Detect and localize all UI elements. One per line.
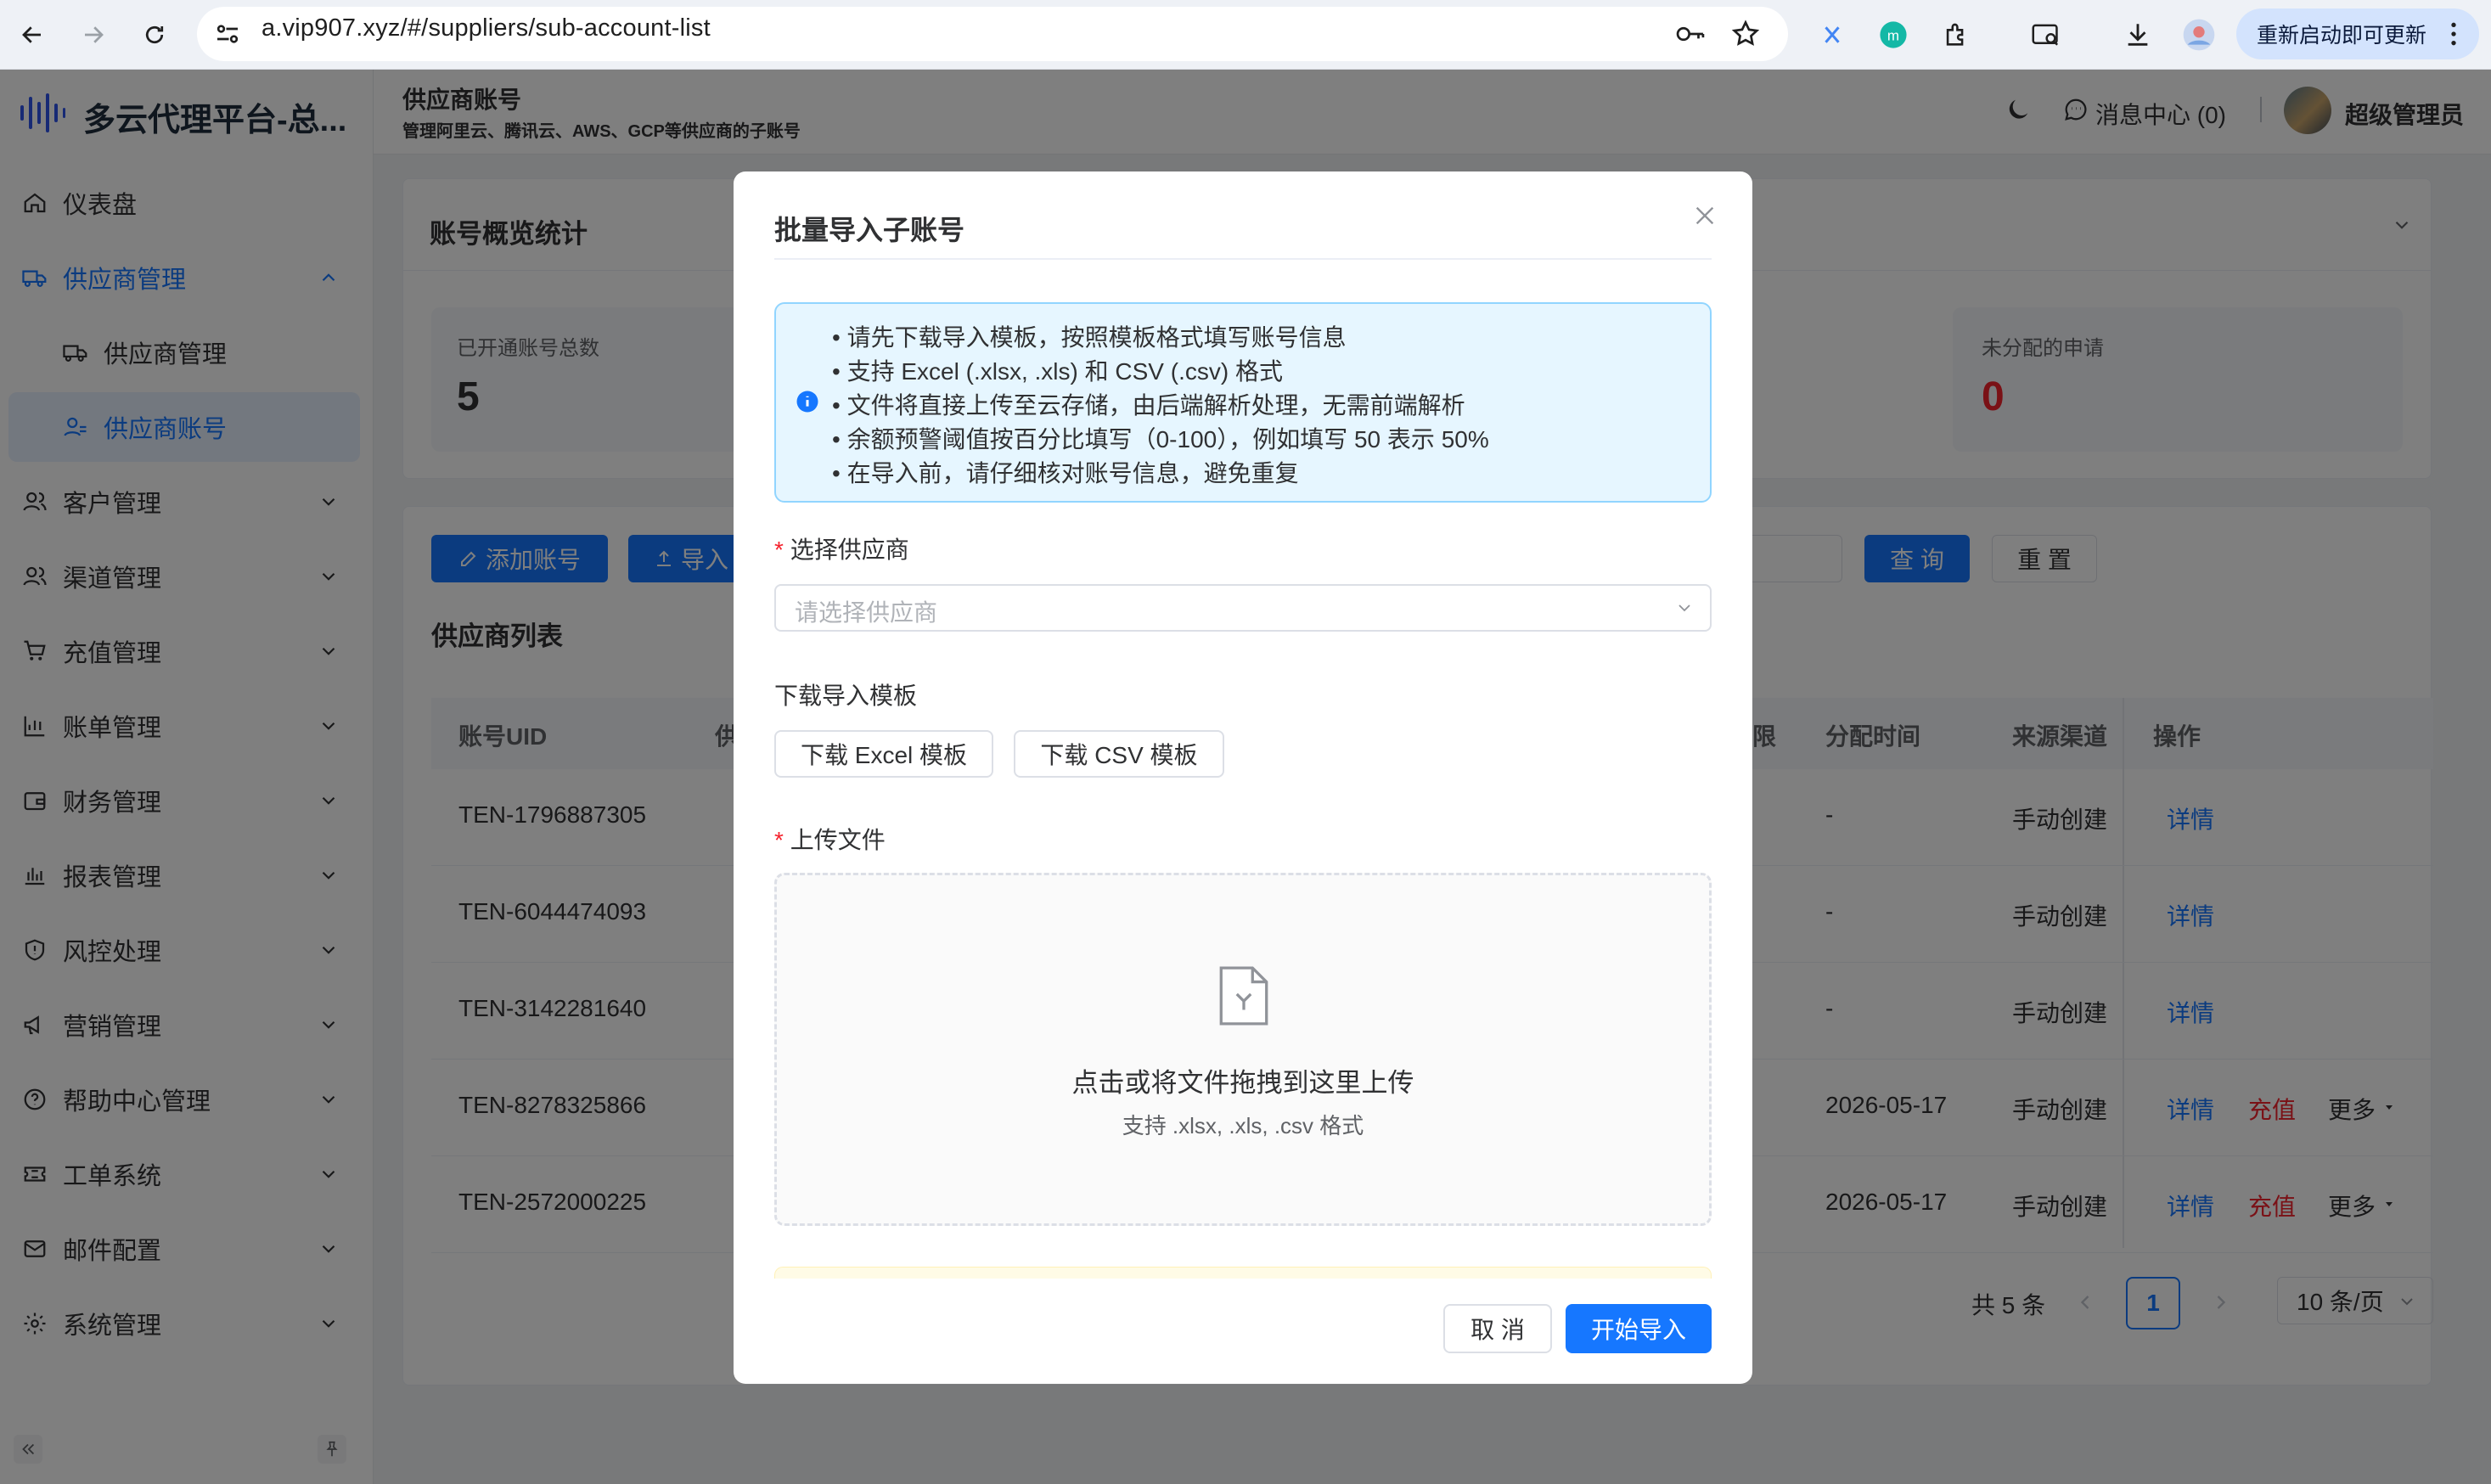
update-button-label: 重新启动即可更新 xyxy=(2257,24,2427,48)
supplier-placeholder: 请选择供应商 xyxy=(795,599,938,626)
browser-toolbar: a.vip907.xyz/#/suppliers/sub-account-lis… xyxy=(0,0,2491,70)
download-icon[interactable] xyxy=(2117,14,2158,55)
dialog-header-divider xyxy=(774,258,1712,260)
extension-x-icon[interactable] xyxy=(1812,14,1853,55)
reload-icon[interactable] xyxy=(134,14,175,55)
start-import-button[interactable]: 开始导入 xyxy=(1566,1304,1712,1353)
template-label: 下载导入模板 xyxy=(774,683,918,709)
supplier-label-text: 选择供应商 xyxy=(790,537,909,563)
dialog-title: 批量导入子账号 xyxy=(774,215,965,245)
tip-item: • 文件将直接上传至云存储，由后端解析处理，无需前端解析 xyxy=(832,392,1465,419)
profile-avatar-icon[interactable] xyxy=(2179,14,2219,55)
import-dialog: 批量导入子账号 • 请先下载导入模板，按照模板格式填写账号信息 • 支持 Exc… xyxy=(734,171,1752,1384)
file-icon xyxy=(1214,964,1274,1027)
extension-m-icon[interactable]: m xyxy=(1873,14,1914,55)
upload-label-text: 上传文件 xyxy=(790,827,886,853)
upload-label: * 上传文件 xyxy=(774,827,886,853)
supplier-label: * 选择供应商 xyxy=(774,537,909,563)
tip-text: 在导入前，请仔细核对账号信息，避免重复 xyxy=(846,460,1299,486)
supplier-select[interactable]: 请选择供应商 xyxy=(774,584,1712,632)
tip-text: 支持 Excel (.xlsx, .xls) 和 CSV (.csv) 格式 xyxy=(846,358,1283,385)
tip-item: • 在导入前，请仔细核对账号信息，避免重复 xyxy=(832,460,1299,486)
svg-text:m: m xyxy=(1887,27,1899,43)
tip-text: 文件将直接上传至云存储，由后端解析处理，无需前端解析 xyxy=(846,392,1465,419)
upload-dropzone[interactable] xyxy=(774,873,1712,1226)
extensions-puzzle-icon[interactable] xyxy=(1936,14,1976,55)
password-key-icon[interactable] xyxy=(1674,19,1707,49)
upload-hint: 支持 .xlsx, .xls, .csv 格式 xyxy=(1122,1113,1364,1138)
close-icon[interactable] xyxy=(1691,202,1718,229)
kebab-menu-icon[interactable] xyxy=(2449,20,2459,48)
bookmark-star-icon[interactable] xyxy=(1730,19,1761,49)
warning-alert-partial xyxy=(774,1267,1712,1279)
tip-item: • 请先下载导入模板，按照模板格式填写账号信息 xyxy=(832,324,1347,351)
site-info-icon[interactable] xyxy=(212,19,243,49)
tip-text: 余额预警阈值按百分比填写（0-100），例如填写 50 表示 50% xyxy=(846,426,1489,453)
tip-item: • 支持 Excel (.xlsx, .xls) 和 CSV (.csv) 格式 xyxy=(832,358,1283,385)
url-text: a.vip907.xyz/#/suppliers/sub-account-lis… xyxy=(261,14,711,42)
tip-item: • 余额预警阈值按百分比填写（0-100），例如填写 50 表示 50% xyxy=(832,426,1489,453)
cancel-button[interactable]: 取 消 xyxy=(1443,1304,1552,1353)
download-csv-button[interactable]: 下载 CSV 模板 xyxy=(1014,730,1224,778)
tab-search-icon[interactable] xyxy=(2026,14,2066,55)
forward-icon[interactable] xyxy=(73,14,114,55)
info-icon xyxy=(795,389,820,414)
download-excel-button[interactable]: 下载 Excel 模板 xyxy=(774,730,993,778)
upload-text: 点击或将文件拖拽到这里上传 xyxy=(1071,1068,1414,1098)
back-icon[interactable] xyxy=(12,14,53,55)
update-browser-button[interactable]: 重新启动即可更新 xyxy=(2236,8,2479,59)
tip-text: 请先下载导入模板，按照模板格式填写账号信息 xyxy=(846,324,1347,351)
chevron-down-icon xyxy=(1674,598,1695,618)
